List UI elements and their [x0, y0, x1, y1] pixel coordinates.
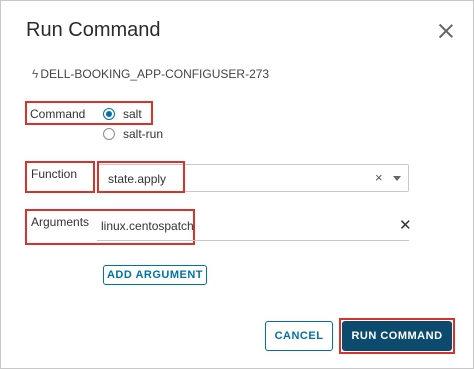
- add-argument-button[interactable]: ADD ARGUMENT: [103, 265, 207, 285]
- function-value-highlight: [97, 161, 185, 193]
- target-minion: ϟ DELL-BOOKING_APP-CONFIGUSER-273: [32, 67, 269, 81]
- command-option-label: salt: [123, 107, 142, 121]
- run-command-button[interactable]: RUN COMMAND: [342, 321, 452, 351]
- clear-icon[interactable]: ×: [375, 170, 383, 185]
- close-icon[interactable]: [438, 23, 454, 39]
- argument-input[interactable]: linux.centospatch ✕: [97, 213, 412, 241]
- command-label: Command: [30, 107, 86, 121]
- run-command-dialog: Run Command ϟ DELL-BOOKING_APP-CONFIGUSE…: [0, 0, 474, 369]
- function-label: Function: [31, 167, 78, 181]
- chevron-down-icon[interactable]: [393, 176, 401, 181]
- command-option-label: salt-run: [123, 127, 164, 141]
- arguments-label: Arguments: [31, 215, 90, 229]
- argument-input-value: linux.centospatch: [101, 219, 194, 233]
- command-option-salt[interactable]: salt: [103, 107, 142, 121]
- dialog-title: Run Command: [26, 19, 161, 41]
- close-icon[interactable]: ✕: [399, 216, 412, 234]
- radio-unselected-icon[interactable]: [103, 128, 115, 140]
- command-option-salt-run[interactable]: salt-run: [103, 127, 163, 141]
- radio-selected-icon[interactable]: [103, 108, 115, 120]
- target-minion-name: DELL-BOOKING_APP-CONFIGUSER-273: [40, 67, 270, 81]
- lightning-bolt-icon: ϟ: [32, 67, 39, 81]
- cancel-button[interactable]: CANCEL: [265, 321, 333, 351]
